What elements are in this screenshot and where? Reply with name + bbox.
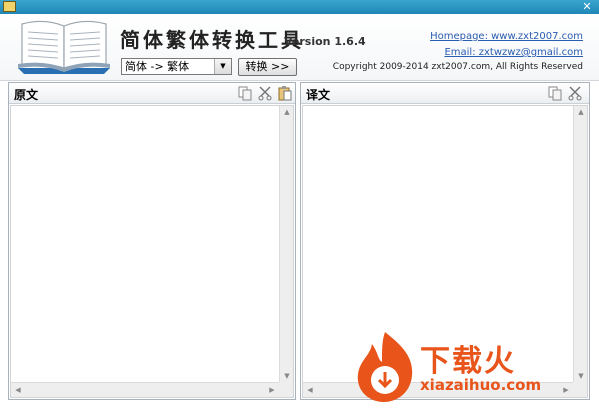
source-horizontal-scrollbar[interactable]: ◀ ▶ <box>11 382 279 397</box>
source-panel: 原文 ▲ ▼ ◀ ▶ <box>8 82 296 400</box>
scroll-up-icon[interactable]: ▲ <box>574 108 588 116</box>
copy-icon[interactable] <box>237 85 253 101</box>
app-title: 简体繁体转换工具 <box>120 28 304 52</box>
window-titlebar[interactable]: ✕ <box>0 0 599 14</box>
convert-button[interactable]: 转换 >> <box>238 58 297 76</box>
scroll-up-icon[interactable]: ▲ <box>280 108 294 116</box>
watermark-text: 下载火 <box>420 344 516 379</box>
target-panel-header: 译文 <box>301 83 589 104</box>
app-icon <box>3 1 16 12</box>
app-header: 简体繁体转换工具 Version 1.6.4 简体 -> 繁体 ▼ 转换 >> … <box>0 14 599 81</box>
flame-logo-icon <box>357 332 413 402</box>
cut-icon[interactable] <box>567 85 583 101</box>
target-panel-title: 译文 <box>306 88 331 102</box>
copy-icon[interactable] <box>547 85 563 101</box>
watermark-domain: xiazaihuo.com <box>420 376 542 394</box>
cut-icon[interactable] <box>257 85 273 101</box>
chevron-down-icon[interactable]: ▼ <box>214 59 231 74</box>
book-logo-icon <box>18 20 110 74</box>
paste-icon[interactable] <box>277 85 293 101</box>
scroll-right-icon[interactable]: ▶ <box>265 386 279 394</box>
source-vertical-scrollbar[interactable]: ▲ ▼ <box>279 106 293 382</box>
source-text-area[interactable]: ▲ ▼ ◀ ▶ <box>10 105 294 398</box>
scroll-right-icon[interactable]: ▶ <box>559 386 573 394</box>
source-panel-header: 原文 <box>9 83 295 104</box>
target-vertical-scrollbar[interactable]: ▲ ▼ <box>573 106 587 382</box>
version-label: Version 1.6.4 <box>284 35 366 48</box>
homepage-link[interactable]: Homepage: www.zxt2007.com <box>430 31 583 42</box>
scroll-down-icon[interactable]: ▼ <box>280 372 294 380</box>
scroll-down-icon[interactable]: ▼ <box>574 372 588 380</box>
email-link[interactable]: Email: zxtwzwz@gmail.com <box>444 47 583 58</box>
source-panel-title: 原文 <box>14 88 39 102</box>
direction-value: 简体 -> 繁体 <box>125 60 190 73</box>
scroll-left-icon[interactable]: ◀ <box>11 386 25 394</box>
close-button[interactable]: ✕ <box>578 0 596 14</box>
scroll-corner <box>279 382 293 397</box>
scroll-corner <box>573 382 587 397</box>
direction-select[interactable]: 简体 -> 繁体 ▼ <box>121 58 232 75</box>
copyright-text: Copyright 2009-2014 zxt2007.com, All Rig… <box>332 62 583 72</box>
scroll-left-icon[interactable]: ◀ <box>303 386 317 394</box>
